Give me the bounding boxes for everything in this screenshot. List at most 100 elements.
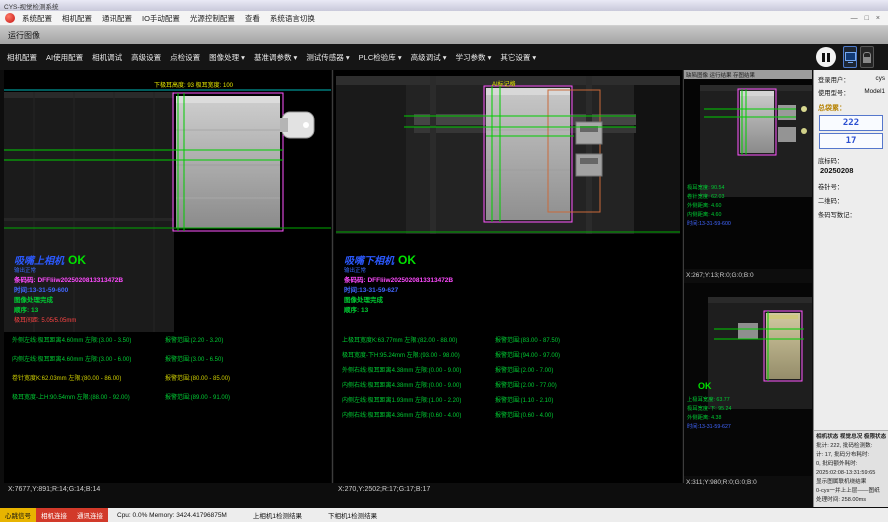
measurement-value: 极耳宽度-上H:90.54mm 左限:(88.00 - 92.00) xyxy=(12,395,130,401)
login-row: 登录用户： cys xyxy=(818,75,885,84)
stats-line: 显示图属联机绕结果 xyxy=(816,478,887,487)
toolbar-advanced-debug-menu[interactable]: 高级调试 ▾ xyxy=(411,52,447,63)
close-button[interactable]: × xyxy=(876,15,880,22)
menu-light-control-config[interactable]: 光源控制配置 xyxy=(190,13,235,24)
measurement-value: 外侧左线:极耳距离4.60mm 左限:(3.00 - 3.50) xyxy=(12,338,131,344)
total-count-display: 222 xyxy=(819,115,883,131)
toolbar-advanced-settings[interactable]: 高级设置 xyxy=(131,52,161,63)
thumb-measure-line: 外侧距离: 4.60 xyxy=(687,201,721,209)
alarm-range: 报警范围:(2.00 - 77.00) xyxy=(495,380,557,389)
measurement-value: 极耳宽度-下H:95.24mm 左限:(93.00 - 98.00) xyxy=(342,353,460,359)
camera-view-bottom[interactable]: AI标记格 吸嘴下相机OK 输出正常 条码码: DFFliiw202502081… xyxy=(334,70,682,483)
sequence-number: 顺序: 13 xyxy=(14,304,38,314)
stats-panel: 相机状态 视觉总况 极限状态 批计: 222, 批码检测数: 计: 17, 批码… xyxy=(814,430,888,507)
alarm-range: 报警范围:(3.00 - 6.50) xyxy=(165,354,223,363)
side-panel: 登录用户： cys 使用型号： Model1 总袋累： 222 17 底标码： … xyxy=(813,70,888,507)
camera-view-top[interactable]: 下极耳高度: 93 极耳宽度: 100 吸嘴上相机OK 输出正常 条码码: DF… xyxy=(4,70,331,483)
measurement-row: 内侧右线:极耳距离4.36mm 左限:(0.60 - 4.00) 报警范围:(0… xyxy=(342,410,660,420)
measurement-row: 内侧左线:极耳距离4.60mm 左限:(3.00 - 6.00) 报警范围:(3… xyxy=(12,354,330,364)
minimize-button[interactable]: — xyxy=(851,15,858,22)
maximize-button[interactable]: □ xyxy=(865,15,869,22)
measurement-value: 内侧左线:极耳距离4.60mm 左限:(3.00 - 6.00) xyxy=(12,357,131,363)
pause-icon xyxy=(827,53,830,62)
thumb-measure-line: 极耳宽度-下: 95.24 xyxy=(687,404,731,412)
result-ok-badge: OK xyxy=(68,253,86,267)
toolbar-plc-library-menu[interactable]: PLC检验库 ▾ xyxy=(359,52,402,63)
toolbar-learning-params-menu[interactable]: 学习参数 ▾ xyxy=(455,52,491,63)
monitor-icon xyxy=(845,52,856,61)
stats-line: 计: 17, 批码分布耗时: xyxy=(816,451,887,460)
menu-camera-config[interactable]: 相机配置 xyxy=(62,13,92,24)
thumbnail-view-bottom[interactable]: OK 上极耳宽度: 63.77 极耳宽度-下: 95.24 外侧距离: 4.38… xyxy=(684,283,812,476)
panel-divider xyxy=(332,70,333,483)
cpu-memory-status: Cpu: 0.0% Memory: 3424.41796875M xyxy=(117,508,227,522)
pixel-status-bottom: X:270,Y:2502;R:17;G:17;B:17 xyxy=(338,486,430,493)
model-select[interactable]: Model1 xyxy=(864,88,885,97)
barcode-text: 条码码: DFFliiw2025020813313472B xyxy=(14,274,123,284)
titlebar: CYS-视觉检测系统 xyxy=(0,0,888,11)
thumb-pixel-status-bottom: X:311;Y:980;R:0;G:0;B:0 xyxy=(686,479,757,486)
stats-header: 相机状态 视觉总况 极限状态 xyxy=(816,433,887,442)
roll-pin-label: 卷针号： xyxy=(818,182,843,191)
thumb-time-line: 时间:13-31-59-627 xyxy=(687,422,731,430)
menu-language-switch[interactable]: 系统语言切换 xyxy=(270,13,315,24)
heartbeat-indicator: 心跳信号 xyxy=(0,508,36,522)
toolbar-sensor-test-menu[interactable]: 测试传感器 ▾ xyxy=(306,52,349,63)
toolbar-baseline-params-menu[interactable]: 基准调参数 ▾ xyxy=(254,52,297,63)
stats-line: 0, 批码额外耗时: xyxy=(816,460,887,469)
thumb-time-line: 时间:13-31-59-600 xyxy=(687,219,731,227)
comm-connection-indicator: 通讯连接 xyxy=(72,508,108,522)
measurement-row: 内侧左线:极耳距离1.93mm 左限:(1.00 - 2.20) 报警范围:(1… xyxy=(342,395,660,405)
measurement-value: 外侧右线:极耳距离4.38mm 左限:(0.00 - 9.00) xyxy=(342,368,461,374)
menu-view[interactable]: 查看 xyxy=(245,13,260,24)
barcode-write-label: 条码写数记： xyxy=(818,210,856,219)
thumb-result-ok: OK xyxy=(698,381,712,391)
menu-io-manual-config[interactable]: IO手动配置 xyxy=(142,13,180,24)
alarm-range: 报警范围:(2.20 - 3.20) xyxy=(165,335,223,344)
tab-run-image[interactable]: 运行图像 xyxy=(8,30,40,41)
thumbnail-view-top[interactable]: 极耳宽度: 90.54 卷针宽度: 62.03 外侧距离: 4.60 内侧距离:… xyxy=(684,79,812,269)
thumb-measure-line: 外侧距离: 4.38 xyxy=(687,413,721,421)
display-toggle-button[interactable] xyxy=(843,46,857,68)
stats-line: 0-cys一并上上层——图纸 xyxy=(816,487,887,496)
measurement-value: 卷针宽度K:62.03mm 左限:(80.00 - 86.00) xyxy=(12,376,121,382)
camera-connection-indicator: 相机连接 xyxy=(36,508,72,522)
stats-line: 处理时间: 258.00ms xyxy=(816,496,887,505)
window-controls: — □ × xyxy=(851,15,883,22)
menu-comm-config[interactable]: 通讯配置 xyxy=(102,13,132,24)
model-row: 使用型号： Model1 xyxy=(818,88,885,97)
menu-system-config[interactable]: 系统配置 xyxy=(22,13,52,24)
stats-line: 2025:02:08-13:31:59:65 xyxy=(816,469,887,478)
roi-label: AI标记格 xyxy=(492,79,516,88)
thumb-measure-line: 内侧距离: 4.60 xyxy=(687,210,721,218)
pixel-status-top: X:7677,Y:891;R:14;G:14;B:14 xyxy=(8,486,100,493)
measurement-value: 内侧右线:极耳距离4.36mm 左限:(0.60 - 4.00) xyxy=(342,413,461,419)
ok-count-display: 17 xyxy=(819,133,883,149)
window-title: CYS-视觉检测系统 xyxy=(4,1,59,11)
toolbar-camera-config[interactable]: 相机配置 xyxy=(7,52,37,63)
thumb-measure-line: 卷针宽度: 62.03 xyxy=(687,192,724,200)
alarm-range: 报警范围:(1.10 - 2.10) xyxy=(495,395,553,404)
measurement-value: 内侧右线:极耳距离4.38mm 左限:(0.00 - 9.00) xyxy=(342,383,461,389)
pause-icon xyxy=(822,53,825,62)
tab-band: 运行图像 xyxy=(0,26,888,44)
status-bar: 心跳信号 相机连接 通讯连接 Cpu: 0.0% Memory: 3424.41… xyxy=(0,508,888,522)
toolbar-camera-debug[interactable]: 相机调试 xyxy=(92,52,122,63)
toolbar-spot-check[interactable]: 点检设置 xyxy=(170,52,200,63)
measurement-value: 内侧左线:极耳距离1.93mm 左限:(1.00 - 2.20) xyxy=(342,398,461,404)
toolbar-image-process-menu[interactable]: 图像处理 ▾ xyxy=(209,52,245,63)
stats-line: 批计: 222, 批码检测数: xyxy=(816,442,887,451)
lock-button[interactable] xyxy=(860,46,874,68)
login-label: 登录用户： xyxy=(818,75,849,84)
toolbar-ai-config[interactable]: AI使用配置 xyxy=(46,52,83,63)
result-ok-badge: OK xyxy=(398,253,416,267)
timestamp-text: 时间:13-31-59-600 xyxy=(14,284,68,294)
pause-button[interactable] xyxy=(816,47,836,67)
measurement-value: 上极耳宽度K:63.77mm 左限:(82.00 - 88.00) xyxy=(342,338,457,344)
qr-code-label: 二维码： xyxy=(818,196,843,205)
toolbar-other-settings-menu[interactable]: 其它设置 ▾ xyxy=(500,52,536,63)
output-status: 输出正常 xyxy=(14,266,36,274)
process-status: 图像处理完成 xyxy=(14,294,53,304)
measurement-row: 内侧右线:极耳距离4.38mm 左限:(0.00 - 9.00) 报警范围:(2… xyxy=(342,380,660,390)
measurement-row: 卷针宽度K:62.03mm 左限:(80.00 - 86.00) 报警范围:(8… xyxy=(12,373,330,383)
